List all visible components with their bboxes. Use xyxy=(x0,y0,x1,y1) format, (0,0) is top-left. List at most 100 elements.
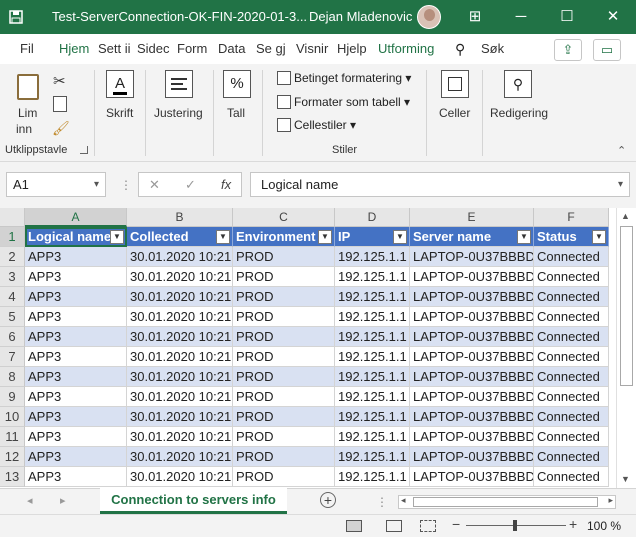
table-cell[interactable]: 192.125.1.1 xyxy=(335,327,410,347)
table-cell[interactable]: PROD xyxy=(233,327,335,347)
tell-me-search[interactable]: Søk xyxy=(481,41,504,56)
row-header-10[interactable]: 10 xyxy=(0,407,25,427)
table-cell[interactable]: 192.125.1.1 xyxy=(335,427,410,447)
table-cell[interactable]: 30.01.2020 10:21 xyxy=(127,407,233,427)
filter-dropdown-icon[interactable]: ▼ xyxy=(110,230,124,244)
zoom-out-icon[interactable]: − xyxy=(452,516,460,532)
table-cell[interactable]: PROD xyxy=(233,447,335,467)
table-header-cell[interactable]: Status ▼ xyxy=(534,227,609,247)
table-cell[interactable]: 192.125.1.1 xyxy=(335,407,410,427)
row-header-13[interactable]: 13 xyxy=(0,467,25,487)
cut-icon[interactable]: ✂ xyxy=(53,72,66,90)
tab-help[interactable]: Hjelp xyxy=(337,41,367,56)
row-header-11[interactable]: 11 xyxy=(0,427,25,447)
ribbon-display-options-icon[interactable]: ⊞ xyxy=(452,0,498,34)
collapse-ribbon-icon[interactable]: ⌃ xyxy=(617,144,626,157)
filter-dropdown-icon[interactable]: ▼ xyxy=(517,230,531,244)
column-header-a[interactable]: A xyxy=(25,208,127,227)
column-header-d[interactable]: D xyxy=(335,208,410,227)
filter-dropdown-icon[interactable]: ▼ xyxy=(592,230,606,244)
table-cell[interactable]: APP3 xyxy=(25,407,127,427)
enter-icon[interactable]: ✓ xyxy=(185,177,196,193)
format-as-table-button[interactable]: Formater som tabell ▾ xyxy=(277,95,410,109)
table-cell[interactable]: APP3 xyxy=(25,267,127,287)
zoom-in-icon[interactable]: + xyxy=(569,516,577,532)
table-header-cell[interactable]: Collected ▼ xyxy=(127,227,233,247)
tab-review[interactable]: Se gj xyxy=(256,41,290,56)
conditional-formatting-button[interactable]: Betinget formatering ▾ xyxy=(277,71,411,85)
table-cell[interactable]: Connected xyxy=(534,407,609,427)
table-cell[interactable]: Connected xyxy=(534,247,609,267)
table-cell[interactable]: LAPTOP-0U37BBBD xyxy=(410,247,534,267)
spreadsheet-grid[interactable]: ABCDEF 1 Logical name ▼ Collected ▼ Environme… xyxy=(0,208,636,488)
tab-view[interactable]: Visnir xyxy=(296,41,332,56)
expand-formula-bar-icon[interactable]: ▾ xyxy=(618,173,623,196)
row-header-1[interactable]: 1 xyxy=(0,227,25,247)
table-cell[interactable]: 30.01.2020 10:21 xyxy=(127,247,233,267)
table-cell[interactable]: 30.01.2020 10:21 xyxy=(127,367,233,387)
table-cell[interactable]: APP3 xyxy=(25,427,127,447)
dialog-launcher-icon[interactable] xyxy=(80,146,88,154)
column-header-c[interactable]: C xyxy=(233,208,335,227)
table-cell[interactable]: Connected xyxy=(534,447,609,467)
tab-file[interactable]: Fil xyxy=(20,41,34,56)
table-cell[interactable]: Connected xyxy=(534,367,609,387)
table-cell[interactable]: 192.125.1.1 xyxy=(335,307,410,327)
page-layout-view-icon[interactable] xyxy=(386,520,402,532)
scrollbar-thumb[interactable] xyxy=(620,226,633,386)
format-painter-icon[interactable]: 🖌 xyxy=(52,120,70,137)
table-cell[interactable]: APP3 xyxy=(25,387,127,407)
table-cell[interactable]: 192.125.1.1 xyxy=(335,247,410,267)
table-cell[interactable]: Connected xyxy=(534,387,609,407)
table-cell[interactable]: APP3 xyxy=(25,447,127,467)
zoom-slider-thumb[interactable] xyxy=(513,520,517,531)
table-cell[interactable]: 192.125.1.1 xyxy=(335,387,410,407)
restore-button[interactable]: ☐ xyxy=(544,0,590,34)
search-icon[interactable]: ⚲ xyxy=(455,41,465,58)
table-cell[interactable]: APP3 xyxy=(25,287,127,307)
name-box[interactable]: A1 ▾ xyxy=(6,172,106,197)
row-header-8[interactable]: 8 xyxy=(0,367,25,387)
table-cell[interactable]: 192.125.1.1 xyxy=(335,367,410,387)
minimize-button[interactable]: ─ xyxy=(498,0,544,34)
row-header-9[interactable]: 9 xyxy=(0,387,25,407)
table-cell[interactable]: LAPTOP-0U37BBBD xyxy=(410,287,534,307)
table-cell[interactable]: Connected xyxy=(534,467,609,487)
table-cell[interactable]: PROD xyxy=(233,307,335,327)
paste-button[interactable]: Lim inn xyxy=(10,70,48,136)
table-cell[interactable]: Connected xyxy=(534,347,609,367)
horizontal-scrollbar-thumb[interactable] xyxy=(413,497,598,507)
row-header-2[interactable]: 2 xyxy=(0,247,25,267)
table-cell[interactable]: APP3 xyxy=(25,367,127,387)
row-header-5[interactable]: 5 xyxy=(0,307,25,327)
table-cell[interactable]: 192.125.1.1 xyxy=(335,347,410,367)
table-cell[interactable]: PROD xyxy=(233,267,335,287)
sheet-tab-connection[interactable]: Connection to servers info xyxy=(100,488,287,514)
close-button[interactable]: ✕ xyxy=(590,0,636,34)
editing-button[interactable]: ⚲ Redigering xyxy=(486,68,550,128)
row-header-4[interactable]: 4 xyxy=(0,287,25,307)
column-header-f[interactable]: F xyxy=(534,208,609,227)
vertical-scrollbar[interactable]: ▲ ▼ xyxy=(616,208,636,488)
table-cell[interactable]: LAPTOP-0U37BBBD xyxy=(410,307,534,327)
scroll-left-icon[interactable]: ◂ xyxy=(401,495,406,506)
tab-formulas[interactable]: Form xyxy=(177,41,211,56)
table-cell[interactable]: Connected xyxy=(534,267,609,287)
table-header-cell[interactable]: Logical name ▼ xyxy=(25,227,127,247)
table-header-cell[interactable]: Server name ▼ xyxy=(410,227,534,247)
formula-input[interactable]: Logical name ▾ xyxy=(250,172,630,197)
table-cell[interactable]: Connected xyxy=(534,427,609,447)
tab-data[interactable]: Data xyxy=(218,41,252,56)
table-cell[interactable]: APP3 xyxy=(25,247,127,267)
table-cell[interactable]: Connected xyxy=(534,287,609,307)
tab-table-design[interactable]: Utforming xyxy=(378,41,434,56)
user-name[interactable]: Dejan Mladenovic xyxy=(309,9,412,24)
table-cell[interactable]: 30.01.2020 10:21 xyxy=(127,267,233,287)
row-header-6[interactable]: 6 xyxy=(0,327,25,347)
column-header-e[interactable]: E xyxy=(410,208,534,227)
insert-function-icon[interactable]: fx xyxy=(221,177,231,192)
table-cell[interactable]: PROD xyxy=(233,387,335,407)
table-cell[interactable]: LAPTOP-0U37BBBD xyxy=(410,467,534,487)
chevron-down-icon[interactable]: ▾ xyxy=(94,173,99,196)
drag-handle-icon[interactable]: ⋮ xyxy=(120,178,132,192)
